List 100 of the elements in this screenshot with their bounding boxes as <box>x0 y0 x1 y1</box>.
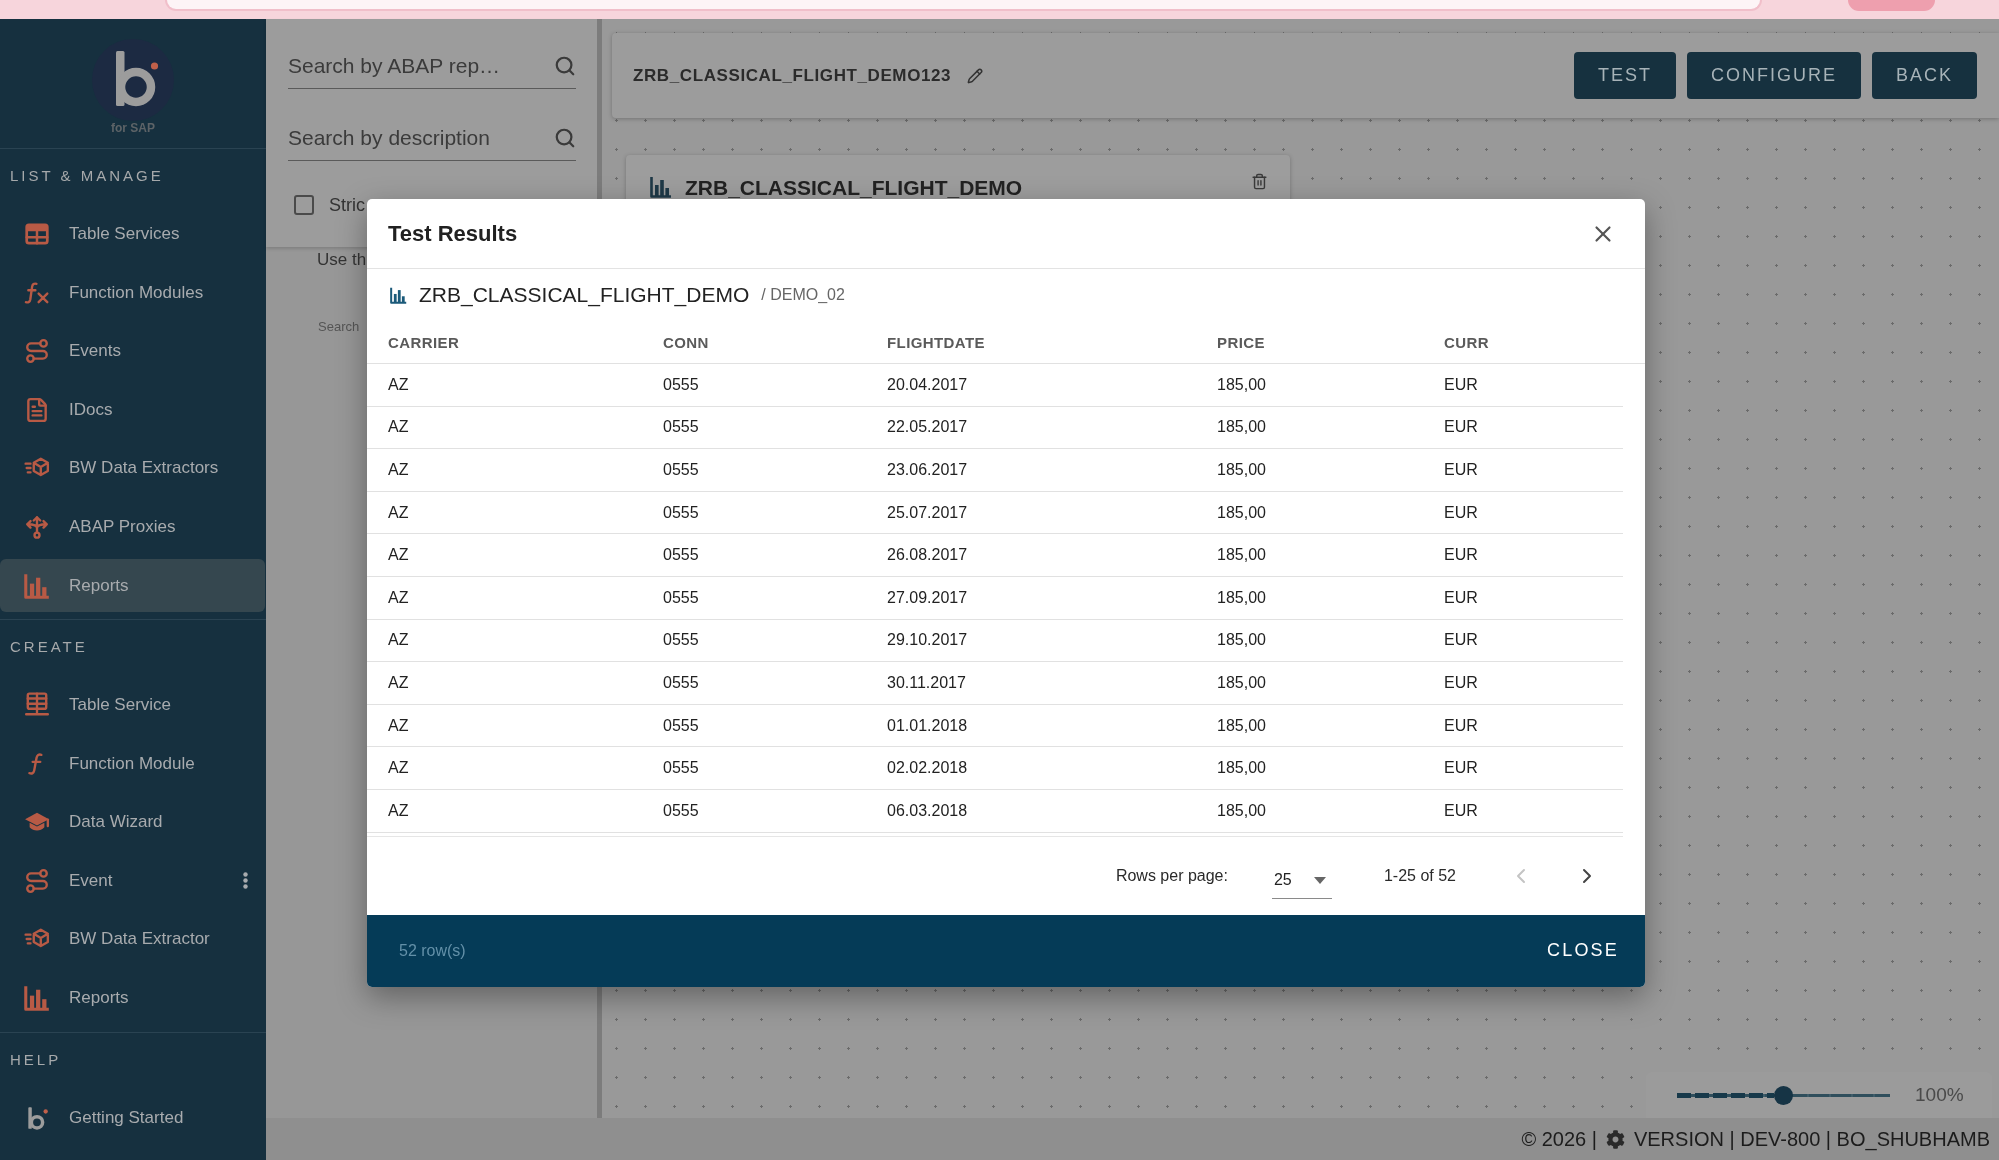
column-header: PRICE <box>1217 333 1265 351</box>
sidebar-item[interactable]: BW Data Extractors <box>0 441 265 495</box>
version-text: VERSION | DEV-800 | BO_SHUBHAMB <box>1633 1127 1990 1151</box>
node-title: ZRB_CLASSICAL_FLIGHT_DEMO <box>685 176 1023 198</box>
sidebar-item[interactable]: Reports <box>0 971 265 1025</box>
table-cell: AZ <box>388 375 409 394</box>
table-cell: 30.11.2017 <box>887 673 966 692</box>
table-cell: AZ <box>388 759 409 778</box>
toolbar-button[interactable]: TEST <box>1573 52 1676 99</box>
table-cell: 25.07.2017 <box>887 503 968 522</box>
search-field[interactable]: Search by description <box>288 122 548 153</box>
table-cell: 185,00 <box>1217 461 1266 479</box>
table-cell: 185,00 <box>1217 375 1266 394</box>
table-cell: 0555 <box>663 375 699 394</box>
caret-icon <box>1313 876 1326 884</box>
variant-name: / DEMO_02 <box>761 286 845 304</box>
table-cell: EUR <box>1444 631 1478 650</box>
column-header: FLIGHTDATE <box>887 333 985 351</box>
column-header: CURR <box>1444 333 1489 351</box>
table-cell: 0555 <box>663 716 699 735</box>
table-cell: EUR <box>1444 673 1478 692</box>
hint-text: Use th <box>317 250 367 270</box>
logo-caption: for SAP <box>111 121 155 135</box>
table-cell: 06.03.2018 <box>887 801 968 820</box>
caption-text: Search <box>318 319 360 335</box>
table-cell: 0555 <box>663 673 699 692</box>
row-count: 52 row(s) <box>399 941 466 960</box>
checkbox[interactable] <box>294 195 314 215</box>
bar-chart-icon <box>24 572 50 599</box>
rows-per-page-select[interactable]: 25 <box>1271 858 1332 899</box>
column-header: CONN <box>663 333 709 351</box>
more-icon[interactable] <box>243 872 248 890</box>
table-cell: 185,00 <box>1217 588 1266 607</box>
sidebar-item[interactable]: Table Service <box>0 678 265 732</box>
close-button[interactable]: CLOSE <box>1546 934 1619 968</box>
search-icon[interactable] <box>554 126 576 149</box>
arrows-icon <box>24 513 50 540</box>
table-cell: 185,00 <box>1217 801 1266 820</box>
sidebar-item[interactable]: ABAP Proxies <box>0 500 265 554</box>
report-name: ZRB_CLASSICAL_FLIGHT_DEMO <box>419 283 750 307</box>
sidebar-item[interactable]: Table Services <box>0 207 265 261</box>
table-cell: AZ <box>388 461 409 479</box>
table-cell: 185,00 <box>1217 759 1266 778</box>
sidebar-item[interactable]: Getting Started <box>0 1091 265 1145</box>
table-cell: 27.09.2017 <box>887 588 968 607</box>
zoom-slider-thumb[interactable] <box>1774 1085 1793 1105</box>
table-cell: EUR <box>1444 418 1478 437</box>
table-cell: 29.10.2017 <box>887 631 968 650</box>
sidebar-item[interactable]: BW Data Extractor <box>0 912 265 966</box>
table-cell: 0555 <box>663 461 699 479</box>
bar-chart-icon <box>390 286 407 304</box>
search-field[interactable]: Search by ABAP rep… <box>288 50 548 81</box>
sidebar-item[interactable]: Function Module <box>0 737 265 791</box>
table-cell: AZ <box>388 546 409 565</box>
sidebar-item[interactable]: Data Wizard <box>0 795 265 849</box>
sidebar-item[interactable]: IDocs <box>0 383 265 437</box>
route-icon <box>24 338 50 365</box>
table-cell: AZ <box>388 801 409 820</box>
document-icon <box>24 396 50 423</box>
table-cell: 02.02.2018 <box>887 759 968 778</box>
table-cell: EUR <box>1444 375 1478 394</box>
table-cell: 0555 <box>663 801 699 820</box>
bar-chart-icon <box>650 176 672 198</box>
checkbox-label: Stric <box>329 194 365 216</box>
toolbar-button[interactable]: BACK <box>1871 52 1977 99</box>
table-cell: 0555 <box>663 418 699 437</box>
table-cell: EUR <box>1444 461 1478 479</box>
table-cell: AZ <box>388 588 409 607</box>
column-header: CARRIER <box>388 333 460 351</box>
sidebar-item[interactable]: Events <box>0 324 265 378</box>
sidebar-item[interactable]: Function Modules <box>0 266 265 320</box>
sidebar-item[interactable]: Reports <box>0 559 265 613</box>
copyright-text: © 2026 | <box>1521 1127 1597 1151</box>
table-cell: 185,00 <box>1217 716 1266 735</box>
gear-icon[interactable] <box>1605 1129 1625 1149</box>
sidebar-item[interactable]: Event <box>0 854 265 908</box>
trash-icon[interactable] <box>1251 173 1268 190</box>
table-cell: 185,00 <box>1217 673 1266 692</box>
table-cell: EUR <box>1444 759 1478 778</box>
table-cell: EUR <box>1444 801 1478 820</box>
table-cell: 20.04.2017 <box>887 375 968 394</box>
table-cell: 26.08.2017 <box>887 546 968 565</box>
table-cell: 185,00 <box>1217 546 1266 565</box>
table-cell: AZ <box>388 716 409 735</box>
rows-per-page-label: Rows per page: <box>1115 866 1228 885</box>
editor-title: ZRB_CLASSICAL_FLIGHT_DEMO123 <box>633 65 952 86</box>
table-cell: AZ <box>388 673 409 692</box>
table-cell: 185,00 <box>1217 503 1266 522</box>
table-cell: EUR <box>1444 503 1478 522</box>
pencil-icon[interactable] <box>967 67 984 84</box>
section-heading: CREATE <box>9 637 88 658</box>
section-heading: LIST & MANAGE <box>9 166 164 186</box>
address-field[interactable] <box>165 0 1762 11</box>
search-icon[interactable] <box>554 54 576 77</box>
table-cell: AZ <box>388 503 409 522</box>
table-cell: 23.06.2017 <box>887 461 968 479</box>
table-cell: 0555 <box>663 759 699 778</box>
route-icon <box>24 867 50 894</box>
table-cell: EUR <box>1444 716 1478 735</box>
toolbar-button[interactable]: CONFIGURE <box>1686 52 1861 99</box>
